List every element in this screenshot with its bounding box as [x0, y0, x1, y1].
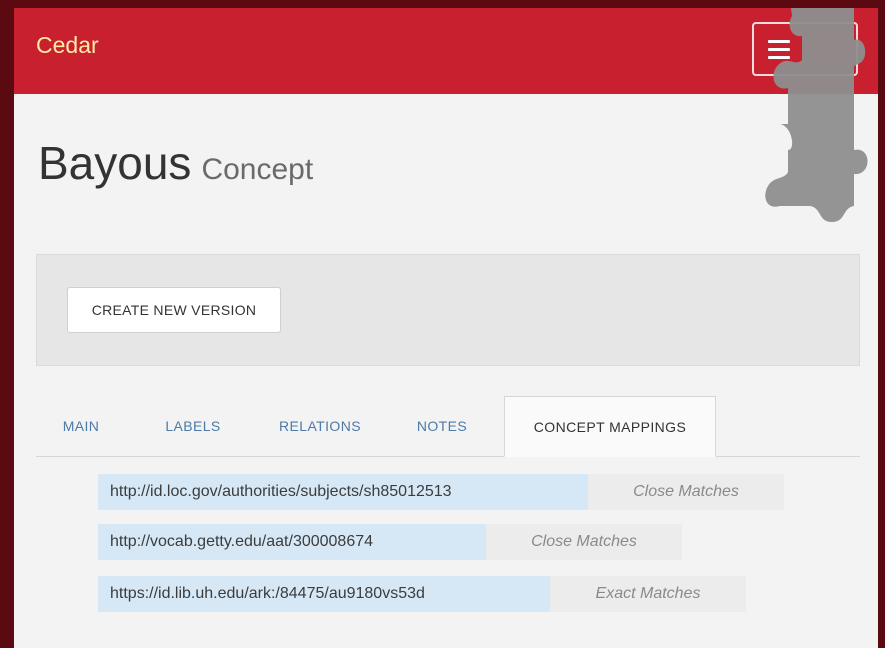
- page-title: Bayous Concept: [38, 136, 313, 190]
- mapping-type-label: Close Matches: [588, 474, 784, 510]
- tab-labels[interactable]: LABELS: [140, 396, 246, 456]
- mapping-type-label: Exact Matches: [550, 576, 746, 612]
- tab-bar: MAIN LABELS RELATIONS NOTES CONCEPT MAPP…: [36, 396, 860, 457]
- mapping-type-label: Close Matches: [486, 524, 682, 560]
- create-new-version-button[interactable]: CREATE NEW VERSION: [67, 287, 281, 333]
- app-window: Cedar Bayous Concept CREATE NEW VERSION M…: [14, 8, 878, 648]
- brand-link[interactable]: Cedar: [36, 32, 99, 59]
- mapping-row: https://id.lib.uh.edu/ark:/84475/au9180v…: [98, 576, 746, 612]
- mapping-url-link[interactable]: http://id.loc.gov/authorities/subjects/s…: [98, 474, 588, 510]
- navbar: Cedar: [14, 8, 878, 94]
- concept-name: Bayous: [38, 137, 192, 189]
- mapping-row: http://vocab.getty.edu/aat/300008674 Clo…: [98, 524, 682, 560]
- missing-puzzle-piece: [765, 8, 868, 222]
- tab-notes[interactable]: NOTES: [394, 396, 490, 456]
- mapping-row: http://id.loc.gov/authorities/subjects/s…: [98, 474, 784, 510]
- mapping-url-link[interactable]: http://vocab.getty.edu/aat/300008674: [98, 524, 486, 560]
- mapping-url-link[interactable]: https://id.lib.uh.edu/ark:/84475/au9180v…: [98, 576, 550, 612]
- actions-panel: CREATE NEW VERSION: [36, 254, 860, 366]
- tab-main[interactable]: MAIN: [36, 396, 126, 456]
- concept-type-label: Concept: [201, 153, 314, 186]
- tab-concept-mappings[interactable]: CONCEPT MAPPINGS: [504, 396, 716, 457]
- tab-relations[interactable]: RELATIONS: [260, 396, 380, 456]
